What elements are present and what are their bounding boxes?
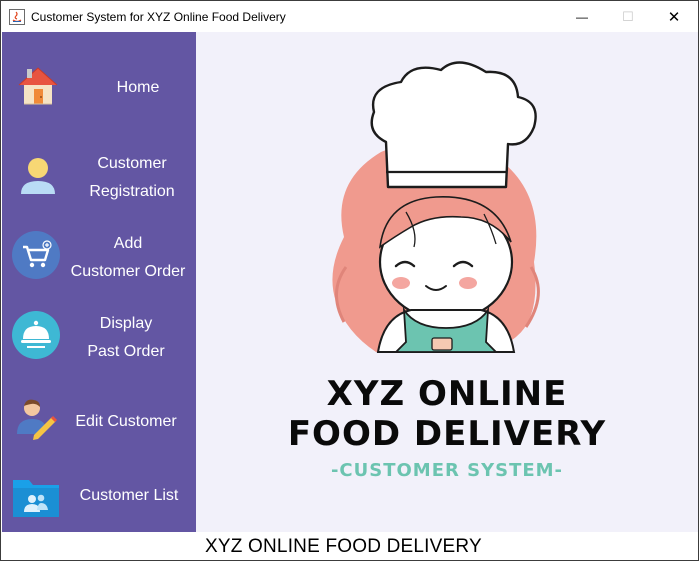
sidebar-item-add-customer-order[interactable]: Add Customer Order [2, 228, 196, 288]
chef-girl-illustration [332, 61, 540, 353]
sidebar-item-customer-list[interactable]: Customer List [2, 470, 196, 522]
java-app-icon [9, 9, 25, 25]
home-icon [18, 67, 58, 105]
sidebar-item-edit-customer[interactable]: Edit Customer [2, 394, 196, 446]
main-panel: XYZ ONLINE FOOD DELIVERY -CUSTOMER SYSTE… [196, 32, 698, 532]
close-icon: ✕ [667, 8, 681, 26]
user-icon [21, 158, 55, 194]
logo-title-line1: XYZ ONLINE [326, 374, 568, 414]
footer-label: XYZ ONLINE FOOD DELIVERY [205, 536, 482, 557]
sidebar-item-home[interactable]: Home [2, 60, 196, 116]
edit-user-icon [17, 399, 58, 440]
sidebar-item-display-past-order[interactable]: Display Past Order [2, 308, 196, 368]
app-window: Customer System for XYZ Online Food Deli… [0, 0, 699, 561]
sidebar: Home Customer Registration Add Customer … [2, 32, 196, 532]
maximize-icon: ☐ [622, 8, 634, 24]
folder-users-icon [13, 480, 59, 517]
sidebar-item-label: Display Past Order [87, 315, 165, 360]
cloche-icon [12, 311, 60, 359]
logo-subtitle: -CUSTOMER SYSTEM- [330, 460, 564, 481]
window-title: Customer System for XYZ Online Food Deli… [31, 10, 286, 24]
sidebar-item-label: Edit Customer [75, 413, 177, 430]
maximize-button[interactable]: ☐ [605, 1, 651, 32]
sidebar-item-label: Customer Registration [89, 155, 175, 200]
cart-icon [12, 231, 60, 279]
sidebar-item-label: Customer List [79, 487, 179, 504]
minimize-button[interactable]: — [559, 1, 605, 32]
logo-title-line2: FOOD DELIVERY [287, 414, 607, 454]
sidebar-item-customer-registration[interactable]: Customer Registration [2, 148, 196, 208]
close-button[interactable]: ✕ [651, 1, 697, 32]
sidebar-item-label: Home [116, 79, 160, 96]
title-bar[interactable]: Customer System for XYZ Online Food Deli… [1, 1, 698, 32]
minimize-icon: — [576, 9, 588, 24]
sidebar-item-label: Add Customer Order [70, 235, 186, 280]
footer-bar: XYZ ONLINE FOOD DELIVERY [2, 532, 698, 560]
